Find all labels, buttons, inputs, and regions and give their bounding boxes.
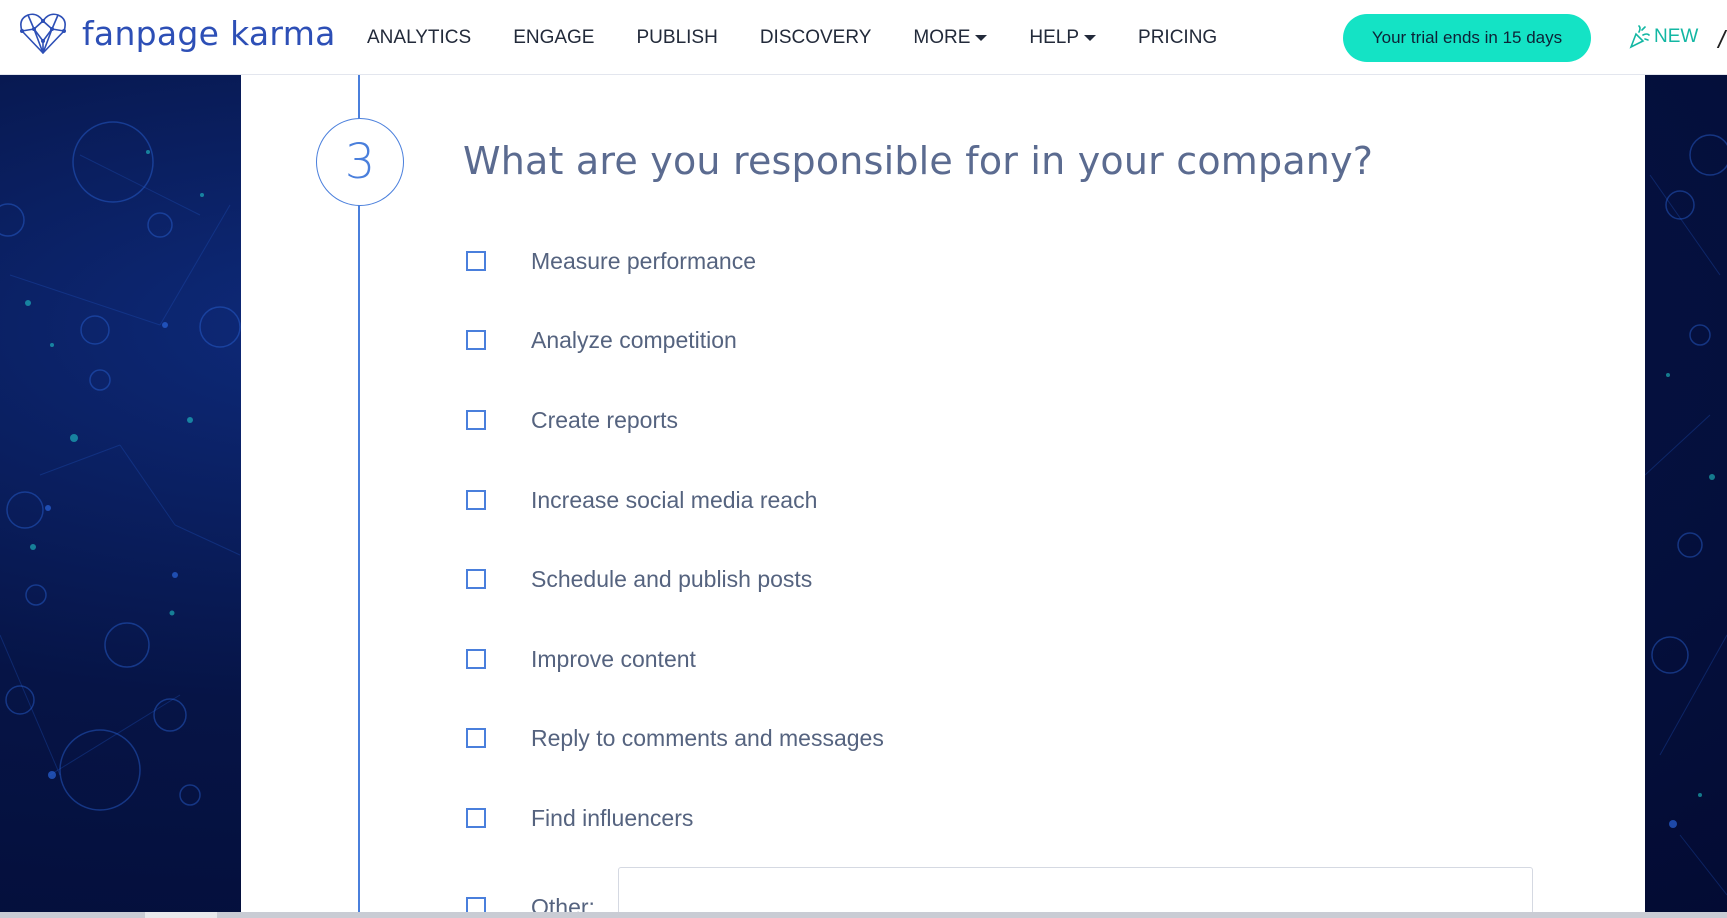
option-create-reports[interactable]: Create reports: [466, 405, 678, 435]
main-nav: ANALYTICS ENGAGE PUBLISH DISCOVERY MORE …: [367, 27, 1259, 49]
option-find-influencers[interactable]: Find influencers: [466, 803, 693, 833]
caret-down-icon: [975, 35, 988, 41]
nav-label: DISCOVERY: [759, 27, 872, 48]
option-label: Analyze competition: [531, 326, 737, 353]
option-improve-content[interactable]: Improve content: [466, 644, 696, 674]
option-increase-reach[interactable]: Increase social media reach: [466, 485, 817, 515]
option-label: Find influencers: [531, 804, 694, 831]
option-analyze-competition[interactable]: Analyze competition: [466, 325, 737, 355]
new-features-link[interactable]: NEW: [1628, 25, 1698, 49]
nav-discovery[interactable]: DISCOVERY: [760, 27, 872, 49]
option-label: Increase social media reach: [531, 486, 818, 513]
checkbox-unchecked-icon[interactable]: [466, 410, 486, 430]
question-title: What are you responsible for in your com…: [463, 139, 1374, 183]
nav-publish[interactable]: PUBLISH: [637, 27, 718, 49]
option-reply-comments[interactable]: Reply to comments and messages: [466, 723, 884, 753]
nav-more-dropdown[interactable]: MORE: [913, 27, 988, 49]
new-label: NEW: [1654, 26, 1699, 47]
option-label: Schedule and publish posts: [531, 565, 813, 592]
checkbox-unchecked-icon[interactable]: [466, 330, 486, 350]
checkbox-unchecked-icon[interactable]: [466, 251, 486, 271]
nav-label: MORE: [913, 27, 971, 48]
option-label: Create reports: [531, 406, 679, 433]
trial-status-button[interactable]: Your trial ends in 15 days: [1343, 14, 1591, 62]
checkbox-unchecked-icon[interactable]: [466, 728, 486, 748]
nav-help-dropdown[interactable]: HELP: [1029, 27, 1097, 49]
option-label: Improve content: [531, 645, 696, 672]
party-popper-icon: [1629, 25, 1650, 49]
nav-label: ENGAGE: [513, 27, 595, 48]
brand-logo[interactable]: fanpage karma: [18, 11, 336, 55]
questionnaire-card: 3 What are you responsible for in your c…: [241, 75, 1645, 918]
horizontal-scrollbar[interactable]: [0, 912, 1727, 918]
nav-engage[interactable]: ENGAGE: [513, 27, 594, 49]
top-navbar: fanpage karma ANALYTICS ENGAGE PUBLISH D…: [0, 0, 1727, 75]
caret-down-icon: [1084, 35, 1097, 41]
nav-label: PUBLISH: [636, 27, 718, 48]
checkbox-unchecked-icon[interactable]: [466, 569, 486, 589]
cropped-icon[interactable]: [1716, 30, 1727, 48]
step-number-badge: 3: [316, 118, 404, 206]
nav-label: ANALYTICS: [367, 27, 472, 48]
brand-name: fanpage karma: [82, 13, 336, 53]
checkbox-unchecked-icon[interactable]: [466, 808, 486, 828]
nav-label: HELP: [1029, 27, 1080, 48]
checkbox-unchecked-icon[interactable]: [466, 490, 486, 510]
nav-label: PRICING: [1138, 27, 1218, 48]
scrollbar-thumb[interactable]: [145, 912, 217, 918]
checkbox-unchecked-icon[interactable]: [466, 649, 486, 669]
option-label: Reply to comments and messages: [531, 724, 884, 751]
option-measure-performance[interactable]: Measure performance: [466, 246, 756, 276]
nav-pricing[interactable]: PRICING: [1138, 27, 1217, 49]
option-label: Measure performance: [531, 247, 756, 274]
option-schedule-publish[interactable]: Schedule and publish posts: [466, 564, 812, 594]
heart-network-logo-icon: [20, 13, 66, 54]
nav-analytics[interactable]: ANALYTICS: [367, 27, 471, 49]
other-text-input[interactable]: [618, 867, 1533, 918]
